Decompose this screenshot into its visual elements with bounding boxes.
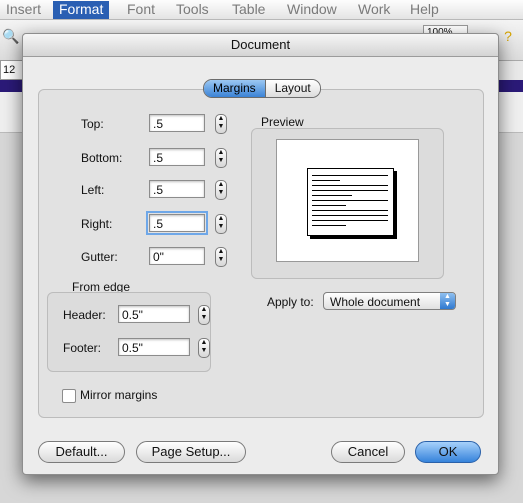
help-icon[interactable]: ? <box>500 28 516 44</box>
top-margin-stepper[interactable]: ▲ ▼ <box>215 114 227 134</box>
gutter-label: Gutter: <box>81 250 118 264</box>
menu-window[interactable]: Window <box>281 1 343 19</box>
menu-work[interactable]: Work <box>352 1 396 19</box>
header-stepper[interactable]: ▲ ▼ <box>198 305 210 325</box>
default-button[interactable]: Default... <box>38 441 125 463</box>
gutter-field[interactable]: 0" <box>149 247 205 265</box>
bottom-label: Bottom: <box>81 151 123 165</box>
preview-title: Preview <box>261 115 304 129</box>
menu-insert[interactable]: Insert <box>0 1 47 19</box>
left-label: Left: <box>81 183 105 197</box>
bottom-margin-field[interactable]: .5 <box>149 148 205 166</box>
mirror-margins-label: Mirror margins <box>80 388 158 402</box>
zoom-icon[interactable]: 🔍 <box>2 28 19 44</box>
right-label: Right: <box>81 217 113 231</box>
footer-field[interactable]: 0.5" <box>118 338 190 356</box>
tab-margins[interactable]: Margins <box>204 80 265 97</box>
document-dialog: Document Margins Layout Top: .5 ▲ ▼ Botto… <box>22 33 499 475</box>
page-setup-button[interactable]: Page Setup... <box>136 441 246 463</box>
apply-to-popup[interactable]: Whole document ▲ ▼ <box>323 292 456 310</box>
footer-label: Footer: <box>63 341 102 355</box>
header-field[interactable]: 0.5" <box>118 305 190 323</box>
gutter-stepper[interactable]: ▲ ▼ <box>215 247 227 267</box>
header-label: Header: <box>63 308 106 322</box>
bottom-margin-stepper[interactable]: ▲ ▼ <box>215 148 227 168</box>
right-margin-field[interactable]: .5 <box>146 211 208 235</box>
from-edge-group: Header: 0.5" ▲ ▼ Footer: 0.5" ▲ ▼ <box>47 292 211 372</box>
right-margin-stepper[interactable]: ▲ ▼ <box>215 214 227 234</box>
menu-format[interactable]: Format <box>53 1 110 19</box>
mirror-margins-checkbox[interactable] <box>62 389 76 403</box>
footer-stepper[interactable]: ▲ ▼ <box>198 338 210 358</box>
menu-table[interactable]: Table <box>226 1 271 19</box>
preview-page-thumbnail <box>307 168 394 236</box>
popup-arrows-icon: ▲ ▼ <box>440 293 455 309</box>
preview-canvas <box>276 139 419 262</box>
cancel-button[interactable]: Cancel <box>331 441 405 463</box>
preview-panel <box>251 128 444 279</box>
apply-to-label: Apply to: <box>267 295 314 309</box>
ok-button[interactable]: OK <box>415 441 481 463</box>
dialog-title: Document <box>23 34 498 57</box>
menubar: Insert Format Font Tools Table Window Wo… <box>0 0 523 20</box>
top-margin-field[interactable]: .5 <box>149 114 205 132</box>
menu-font[interactable]: Font <box>121 1 161 19</box>
left-margin-stepper[interactable]: ▲ ▼ <box>215 180 227 200</box>
left-margin-field[interactable]: .5 <box>149 180 205 198</box>
menu-help[interactable]: Help <box>404 1 445 19</box>
apply-to-value: Whole document <box>330 295 421 309</box>
menu-tools[interactable]: Tools <box>170 1 215 19</box>
top-label: Top: <box>81 117 104 131</box>
tab-bar: Margins Layout <box>203 79 321 98</box>
tab-layout[interactable]: Layout <box>264 80 320 97</box>
